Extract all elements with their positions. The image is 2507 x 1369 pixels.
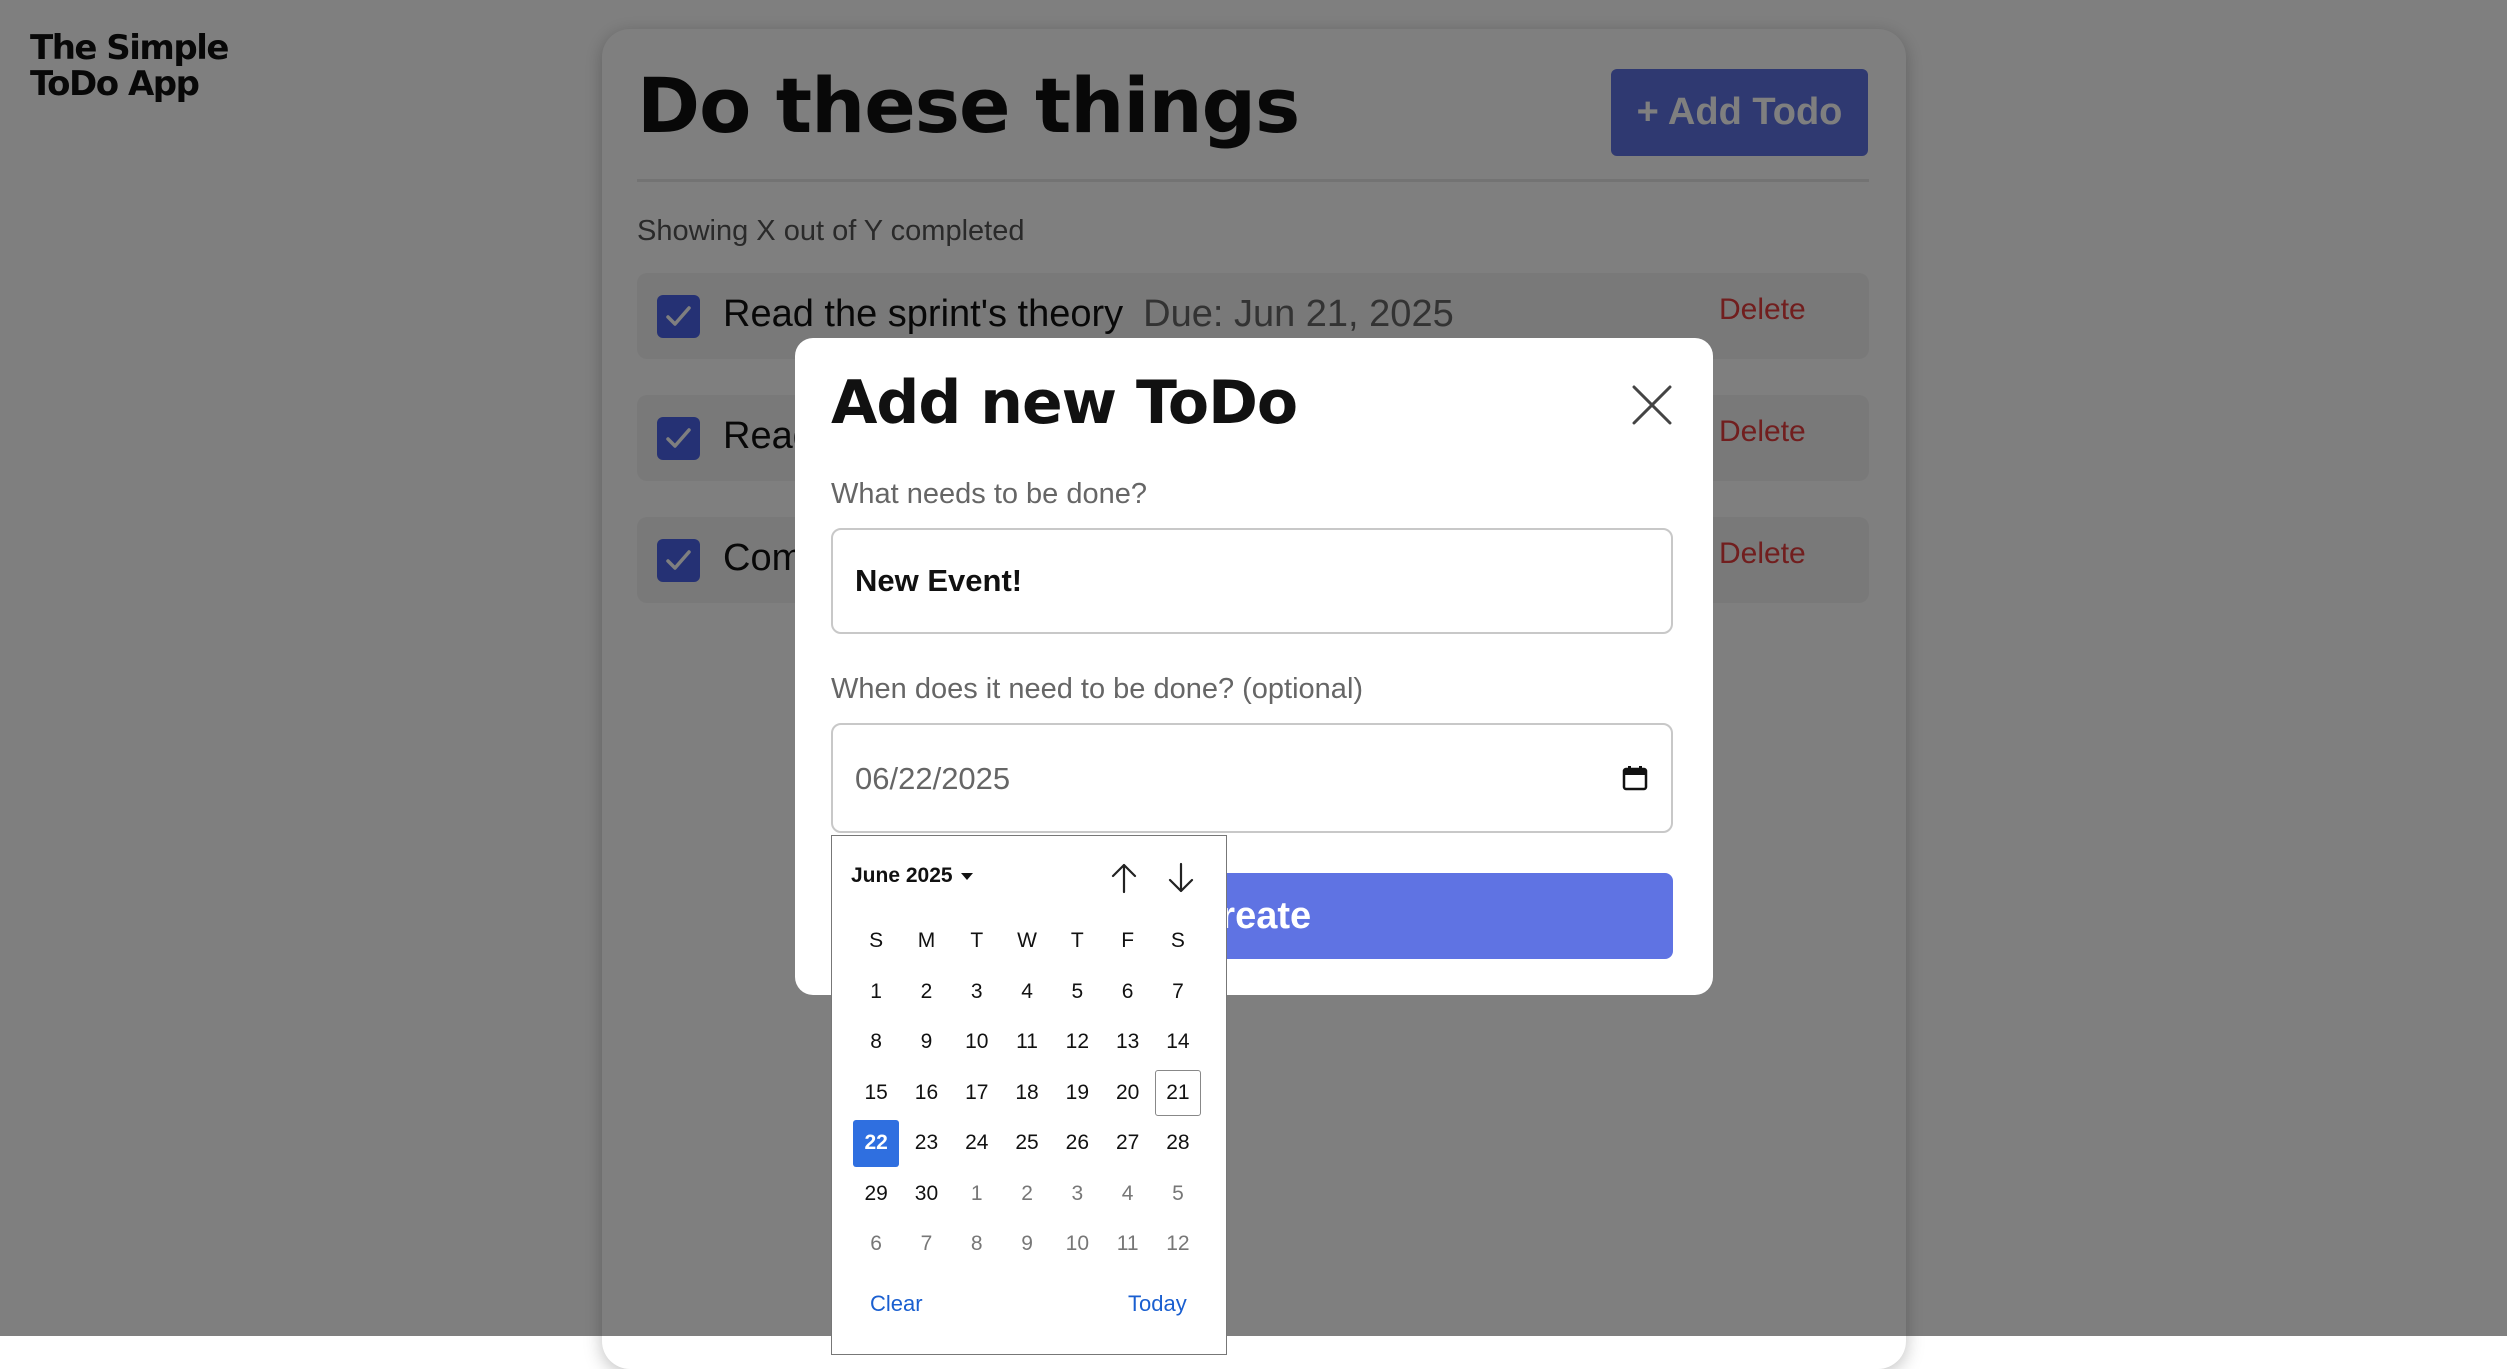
calendar-day[interactable]: 10 (1052, 1219, 1102, 1270)
weekday-header: T (970, 929, 984, 953)
calendar-day[interactable]: 24 (952, 1118, 1002, 1169)
calendar-day[interactable]: 29 (851, 1169, 901, 1220)
calendar-day[interactable]: 20 (1102, 1068, 1152, 1119)
task-label: What needs to be done? (831, 478, 1148, 510)
month-year-select[interactable]: June 2025 (851, 864, 973, 888)
date-picker-popup: June 2025 S M T W T F S 1 2 3 4 5 6 7 8 9 10 11 12 13 14 15 16… (831, 835, 1227, 1355)
task-input[interactable] (831, 528, 1673, 634)
due-date-input[interactable]: 06/22/2025 (831, 723, 1673, 833)
calendar-day[interactable]: 1 (952, 1169, 1002, 1220)
calendar-day-today[interactable]: 21 (1154, 1069, 1202, 1116)
calendar-day[interactable]: 2 (1002, 1169, 1052, 1220)
calendar-day[interactable]: 25 (1002, 1118, 1052, 1169)
calendar-day[interactable]: 11 (1002, 1017, 1052, 1068)
calendar-day[interactable]: 15 (851, 1068, 901, 1119)
calendar-day[interactable]: 3 (1052, 1169, 1102, 1220)
weekday-header: M (917, 929, 936, 953)
arrow-up-icon[interactable] (1109, 861, 1139, 895)
calendar-day[interactable]: 4 (1002, 967, 1052, 1018)
calendar-day[interactable]: 6 (1102, 967, 1152, 1018)
calendar-day[interactable]: 5 (1153, 1169, 1203, 1220)
calendar-day[interactable]: 28 (1153, 1118, 1203, 1169)
calendar-day[interactable]: 12 (1052, 1017, 1102, 1068)
calendar-day[interactable]: 14 (1153, 1017, 1203, 1068)
calendar-day[interactable]: 27 (1102, 1118, 1152, 1169)
calendar-day[interactable]: 7 (1153, 967, 1203, 1018)
calendar-day[interactable]: 12 (1153, 1219, 1203, 1270)
calendar-day[interactable]: 16 (901, 1068, 951, 1119)
arrow-down-icon[interactable] (1166, 861, 1196, 895)
calendar-day[interactable]: 11 (1102, 1219, 1152, 1270)
caret-down-icon (960, 872, 973, 880)
weekday-header: F (1121, 929, 1135, 953)
calendar-day[interactable]: 9 (1002, 1219, 1052, 1270)
calendar-day[interactable]: 8 (952, 1219, 1002, 1270)
weekday-header: T (1070, 929, 1084, 953)
calendar-day[interactable]: 13 (1102, 1017, 1152, 1068)
calendar-day[interactable]: 23 (901, 1118, 951, 1169)
calendar-day[interactable]: 3 (952, 967, 1002, 1018)
calendar-day[interactable]: 19 (1052, 1068, 1102, 1119)
calendar-day-selected[interactable]: 22 (853, 1120, 900, 1167)
weekday-header: S (869, 929, 884, 953)
due-date-label: When does it need to be done? (optional) (831, 673, 1364, 705)
calendar-day[interactable]: 6 (851, 1219, 901, 1270)
calendar-day[interactable]: 18 (1002, 1068, 1052, 1119)
calendar-day[interactable]: 4 (1102, 1169, 1152, 1220)
calendar-day[interactable]: 30 (901, 1169, 951, 1220)
due-date-value: 06/22/2025 (855, 761, 1011, 796)
clear-date-button[interactable]: Clear (870, 1291, 923, 1317)
weekday-header: W (1017, 929, 1037, 953)
calendar-day[interactable]: 17 (952, 1068, 1002, 1119)
today-button[interactable]: Today (1128, 1291, 1187, 1317)
month-year-label: June 2025 (851, 864, 953, 887)
dialog-title: Add new ToDo (831, 368, 1298, 438)
close-icon[interactable] (1630, 383, 1674, 427)
calendar-day[interactable]: 9 (901, 1017, 951, 1068)
calendar-day[interactable]: 1 (851, 967, 901, 1018)
calendar-icon[interactable] (1622, 765, 1648, 791)
calendar-day[interactable]: 8 (851, 1017, 901, 1068)
calendar-day[interactable]: 7 (901, 1219, 951, 1270)
weekday-header: S (1170, 929, 1185, 953)
calendar-day[interactable]: 10 (952, 1017, 1002, 1068)
calendar-day[interactable]: 2 (901, 967, 951, 1018)
calendar-day[interactable]: 5 (1052, 967, 1102, 1018)
calendar-grid: S M T W T F S 1 2 3 4 5 6 7 8 9 10 11 12 13 14 15 16 17 18 19 20 21… (851, 916, 1203, 1270)
calendar-day[interactable]: 26 (1052, 1118, 1102, 1169)
